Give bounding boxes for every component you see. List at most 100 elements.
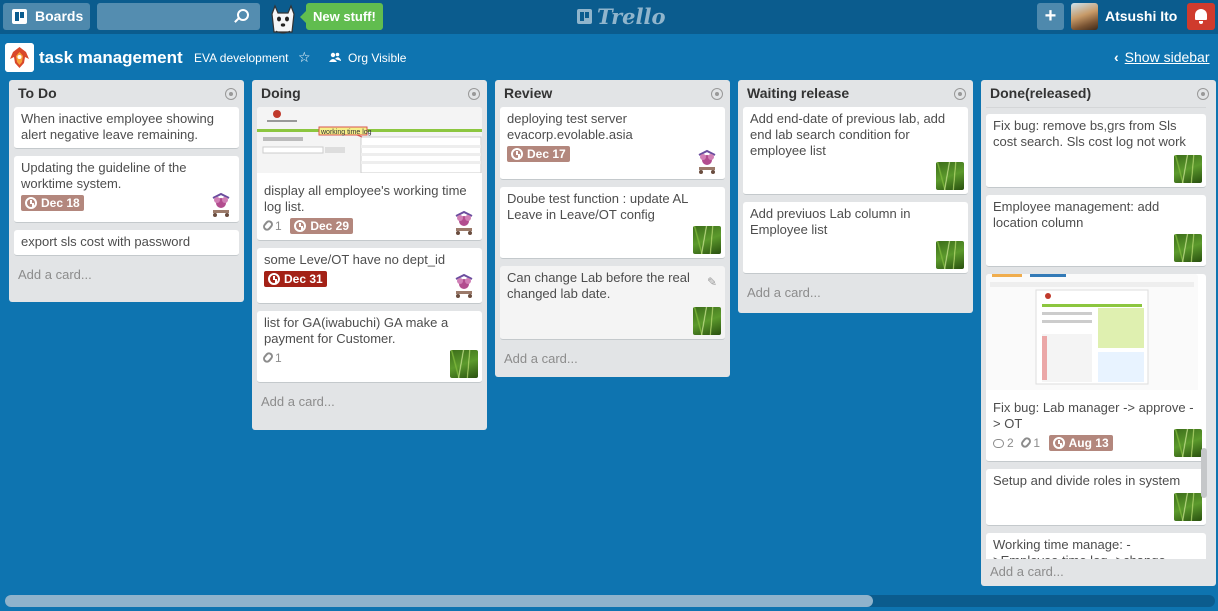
organization-link[interactable]: EVA development: [194, 51, 289, 65]
star-icon[interactable]: ☆: [298, 49, 311, 66]
due-date-text: Aug 13: [1068, 436, 1109, 450]
card-title: export sls cost with password: [21, 234, 191, 249]
card-title: Fix bug: Lab manager -> approve -> OT: [993, 400, 1194, 431]
add-card-link[interactable]: Add a card...: [495, 347, 730, 375]
bamboo-avatar[interactable]: [936, 241, 964, 269]
show-sidebar-link[interactable]: ‹ Show sidebar: [1114, 49, 1210, 65]
notifications-button[interactable]: [1187, 3, 1215, 30]
list-menu-icon[interactable]: [954, 88, 966, 100]
add-card-link[interactable]: Add a card...: [9, 263, 244, 291]
paperclip-icon: [1019, 435, 1033, 450]
list-waiting-release: Waiting release Add end-date of previous…: [738, 80, 973, 313]
flower-avatar[interactable]: [693, 147, 721, 175]
add-button[interactable]: +: [1037, 3, 1064, 30]
chevron-left-icon: ‹: [1114, 49, 1119, 65]
bamboo-avatar[interactable]: [693, 307, 721, 335]
card[interactable]: Updating the guideline of the worktime s…: [14, 156, 239, 223]
add-card-link[interactable]: Add a card...: [252, 390, 487, 418]
comments-badge: 2: [993, 435, 1014, 451]
attachments-count: 1: [275, 219, 282, 233]
board-header: task management EVA development ☆ Org Vi…: [0, 40, 1218, 76]
board-title[interactable]: task management: [39, 48, 183, 68]
card[interactable]: Can change Lab before the real changed l…: [500, 266, 725, 340]
boards-button[interactable]: Boards: [3, 3, 90, 30]
search-icon[interactable]: [237, 9, 249, 21]
list-title[interactable]: Done(released): [981, 80, 1216, 107]
card[interactable]: Working time manage: ->Employee time log…: [986, 533, 1206, 559]
trello-logo-icon: [577, 9, 592, 24]
card[interactable]: some Leve/OT have no dept_id Dec 31: [257, 248, 482, 304]
top-header: Boards New stuff! Trello + Atsushi Ito: [0, 0, 1218, 34]
clock-icon: [25, 197, 37, 209]
card[interactable]: deploying test server evacorp.evolable.a…: [500, 107, 725, 180]
card[interactable]: Add end-date of previous lab, add end la…: [743, 107, 968, 195]
list-menu-icon[interactable]: [1197, 88, 1209, 100]
bamboo-avatar[interactable]: [1174, 493, 1202, 521]
attachments-count: 1: [1033, 436, 1040, 450]
card-title: list for GA(iwabuchi) GA make a payment …: [264, 315, 449, 346]
card[interactable]: Fix bug: Lab manager -> approve -> OT 2 …: [986, 274, 1206, 462]
due-date-text: Dec 18: [41, 196, 80, 210]
list-title[interactable]: Waiting release: [738, 80, 973, 107]
visibility-toggle[interactable]: Org Visible: [348, 51, 406, 65]
bamboo-avatar[interactable]: [693, 226, 721, 254]
bamboo-avatar[interactable]: [936, 162, 964, 190]
organization-logo-icon[interactable]: [5, 43, 34, 72]
new-stuff-button[interactable]: New stuff!: [300, 3, 383, 30]
list-menu-icon[interactable]: [225, 88, 237, 100]
avatar: [1071, 3, 1098, 30]
cover-caption: working time log: [320, 129, 372, 136]
list-doing: Doing working time log display all emplo…: [252, 80, 487, 430]
bamboo-avatar[interactable]: [1174, 429, 1202, 457]
card-title: some Leve/OT have no dept_id: [264, 252, 446, 267]
list-menu-icon[interactable]: [468, 88, 480, 100]
attachments-badge: 1: [1019, 435, 1040, 451]
flower-avatar[interactable]: [450, 208, 478, 236]
flower-avatar[interactable]: [450, 271, 478, 299]
list-title[interactable]: Review: [495, 80, 730, 107]
list-todo: To Do When inactive employee showing ale…: [9, 80, 244, 302]
user-menu-button[interactable]: Atsushi Ito: [1069, 3, 1180, 30]
card-title: Doube test function : update AL Leave in…: [507, 191, 688, 222]
list-menu-icon[interactable]: [711, 88, 723, 100]
taco-mascot-icon[interactable]: [266, 2, 300, 34]
card-title: Employee management: add location column: [993, 199, 1160, 230]
paperclip-icon: [261, 218, 275, 233]
card[interactable]: Add previuos Lab column in Employee list: [743, 202, 968, 274]
bamboo-avatar[interactable]: [1174, 234, 1202, 262]
search-input[interactable]: [97, 3, 260, 30]
card[interactable]: export sls cost with password: [14, 230, 239, 256]
paperclip-icon: [261, 350, 275, 365]
list-review: Review deploying test server evacorp.evo…: [495, 80, 730, 377]
comments-count: 2: [1007, 436, 1014, 450]
add-card-link[interactable]: Add a card...: [738, 281, 973, 309]
add-card-link[interactable]: Add a card...: [981, 559, 1216, 586]
pencil-icon[interactable]: ✎: [707, 274, 717, 290]
card[interactable]: list for GA(iwabuchi) GA make a payment …: [257, 311, 482, 383]
card-title: Add previuos Lab column in Employee list: [750, 206, 911, 237]
card[interactable]: working time log display all employee's …: [257, 107, 482, 241]
members-icon: [329, 52, 341, 62]
card-title: Can change Lab before the real changed l…: [507, 270, 690, 301]
card[interactable]: Doube test function : update AL Leave in…: [500, 187, 725, 259]
clock-icon: [294, 220, 307, 232]
bamboo-avatar[interactable]: [450, 350, 478, 378]
due-date-text: Dec 31: [284, 272, 323, 286]
due-date-badge: Aug 13: [1048, 435, 1113, 451]
card[interactable]: Fix bug: remove bs,grs from Sls cost sea…: [986, 114, 1206, 188]
bamboo-avatar[interactable]: [1174, 155, 1202, 183]
list-title[interactable]: To Do: [9, 80, 244, 107]
card[interactable]: Setup and divide roles in system: [986, 469, 1206, 526]
card[interactable]: When inactive employee showing alert neg…: [14, 107, 239, 149]
board-scrollbar-thumb[interactable]: [5, 595, 873, 607]
due-date-text: Dec 17: [527, 147, 566, 161]
user-name: Atsushi Ito: [1105, 8, 1178, 24]
logo-text: Trello: [597, 4, 666, 29]
trello-logo[interactable]: Trello: [577, 5, 666, 29]
list-scrollbar[interactable]: [1201, 448, 1207, 498]
list-title[interactable]: Doing: [252, 80, 487, 107]
list-done-released: Done(released) Fix bug: remove bs,grs fr…: [981, 80, 1216, 586]
clock-icon: [268, 273, 280, 285]
flower-avatar[interactable]: [207, 190, 235, 218]
card[interactable]: Employee management: add location column: [986, 195, 1206, 267]
